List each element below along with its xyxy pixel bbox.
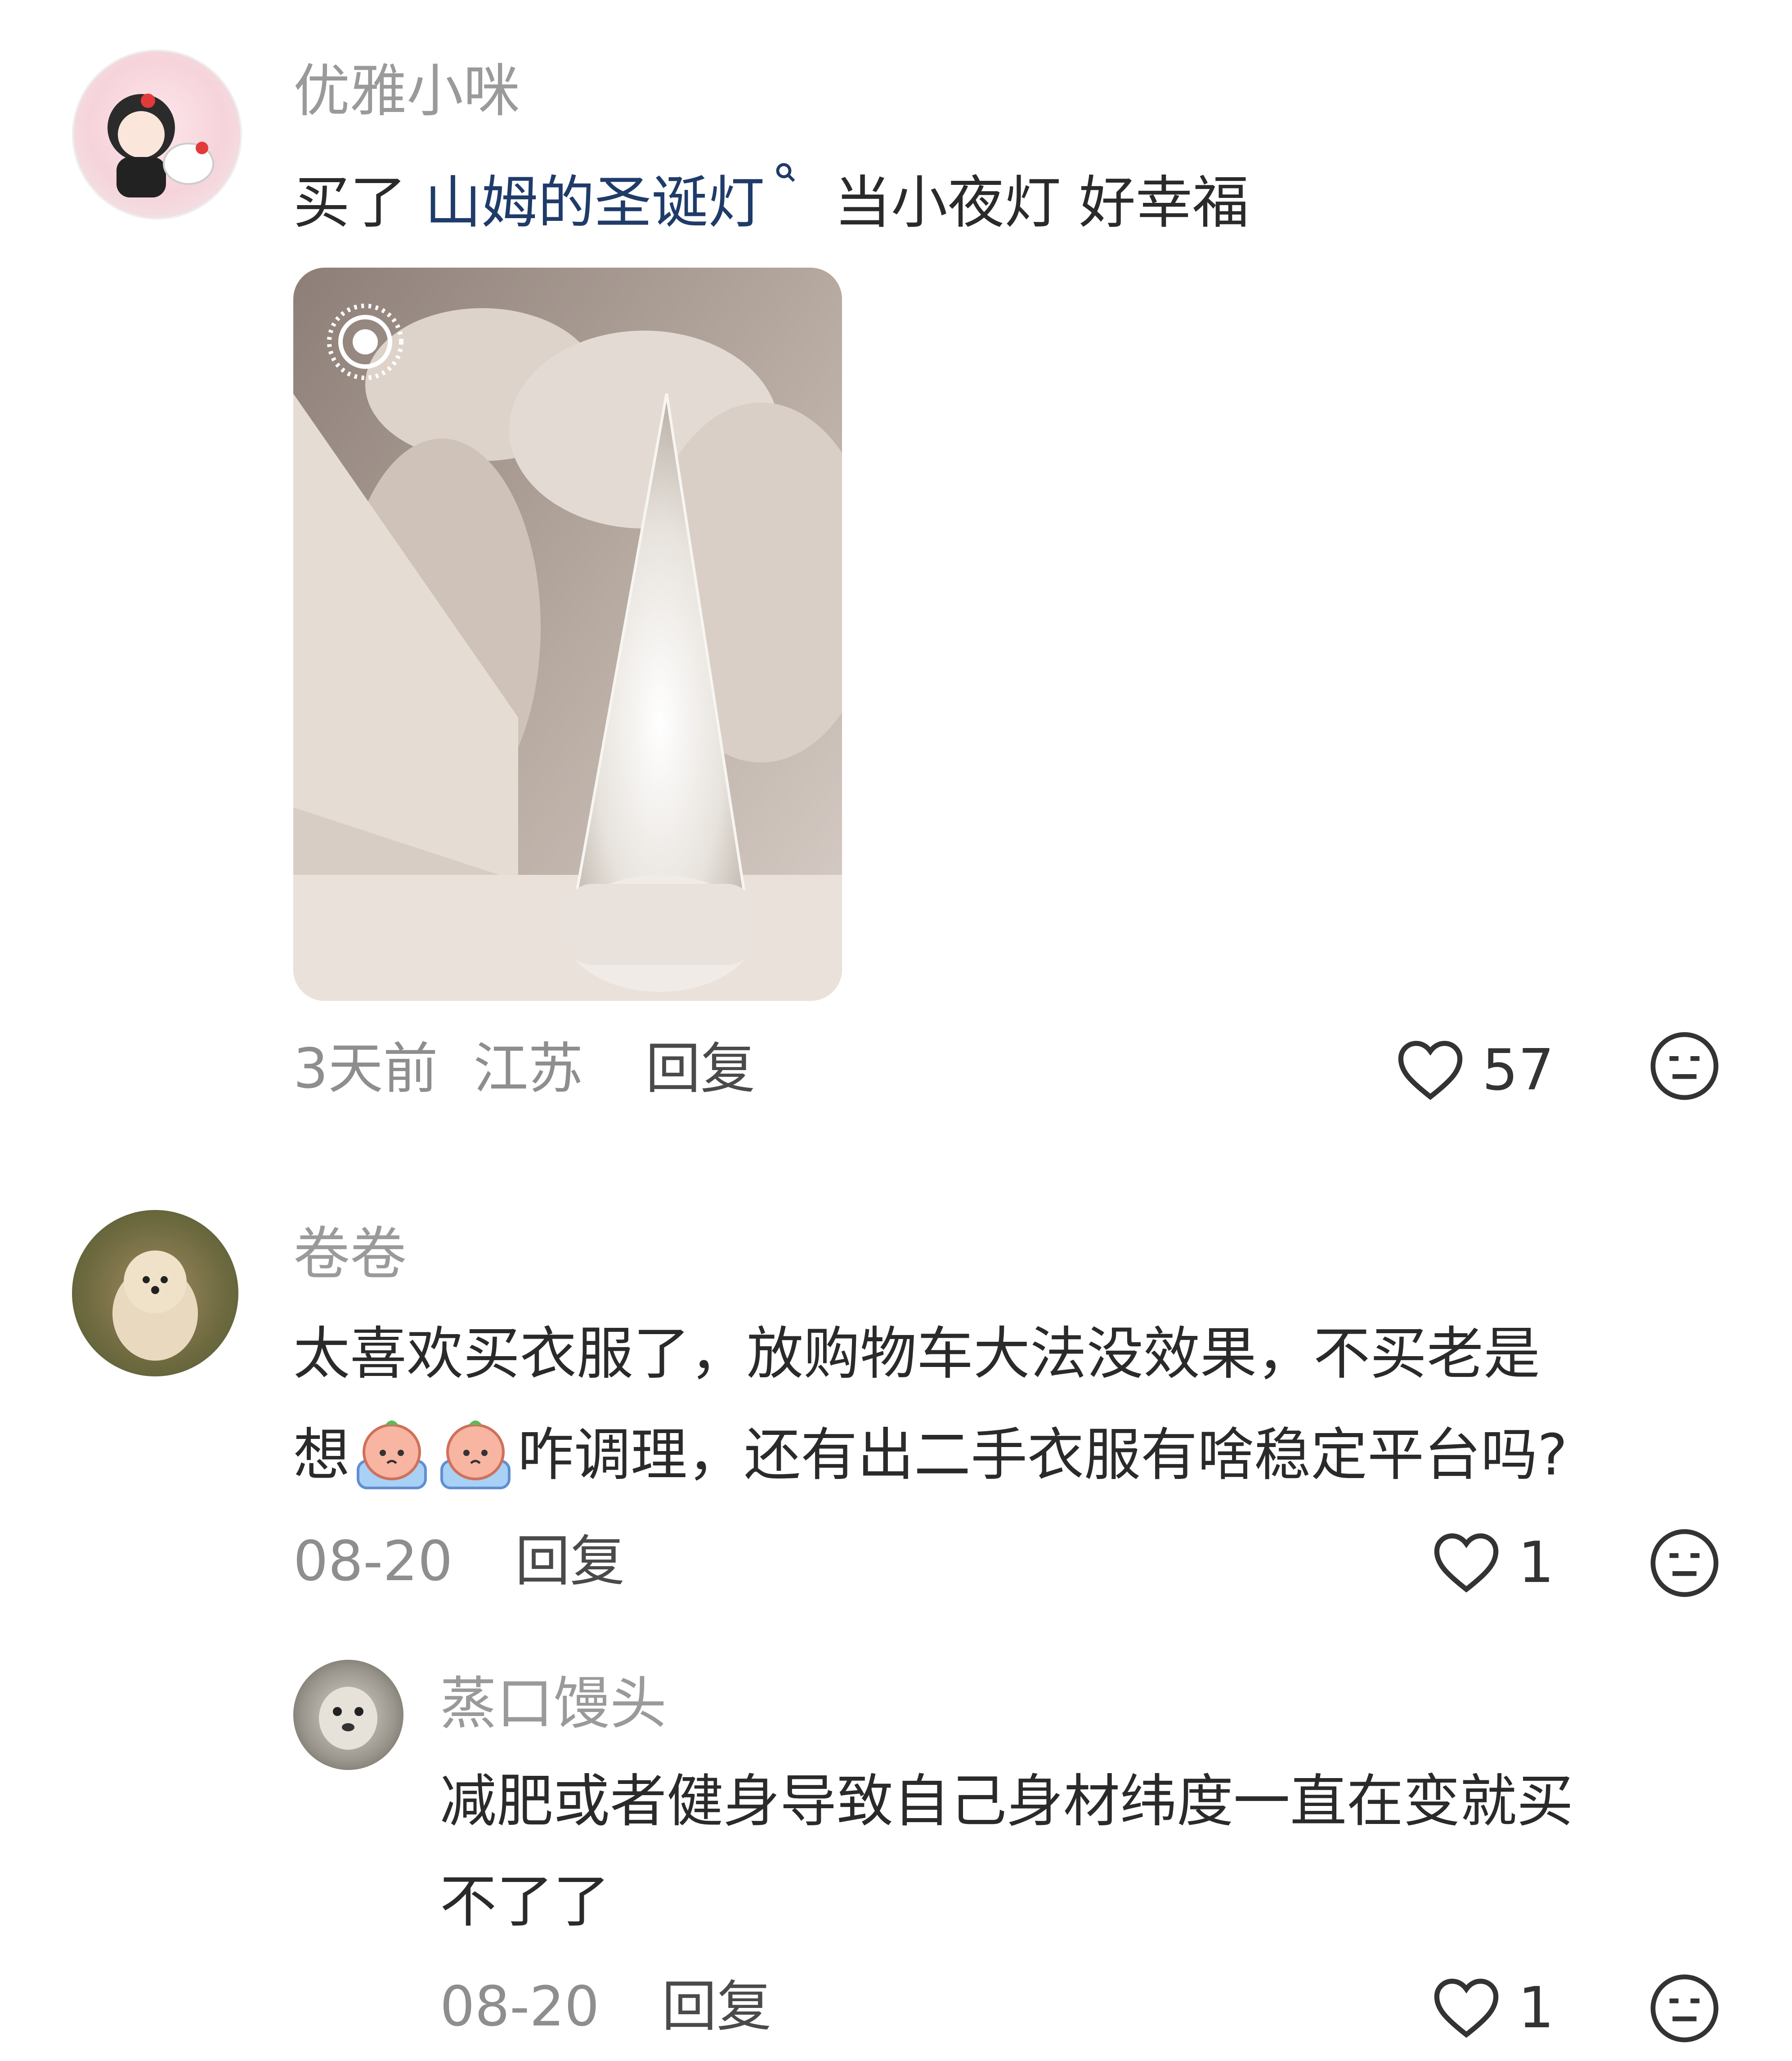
dislike-button[interactable] — [1649, 1527, 1720, 1601]
comment-meta: 08-20 回复 — [440, 1979, 771, 2034]
reply-button[interactable]: 回复 — [515, 1529, 625, 1593]
comment-author[interactable]: 卷卷 — [293, 1226, 407, 1282]
avatar[interactable] — [293, 1660, 403, 1770]
neutral-face-icon — [1650, 1032, 1719, 1100]
comment-meta: 08-20 回复 — [293, 1534, 625, 1589]
heart-icon — [1398, 1040, 1463, 1100]
neutral-face-icon — [1650, 1529, 1719, 1597]
avatar[interactable] — [72, 49, 242, 220]
text-suffix: 咋调理，还有出二手衣服有啥稳定平台吗? — [517, 1422, 1568, 1488]
comment-text-line2: 想 咋调理，还有出二手衣服有啥稳定平台吗? — [293, 1406, 1568, 1505]
like-count: 1 — [1518, 1529, 1555, 1595]
neutral-face-icon — [1650, 1974, 1719, 2043]
crying-face-emoji — [354, 1411, 430, 1492]
like-button[interactable]: 1 — [1433, 1975, 1554, 2041]
heart-icon — [1434, 1978, 1499, 2038]
like-count: 57 — [1482, 1037, 1555, 1103]
crying-face-emoji — [437, 1411, 514, 1492]
comment-text: 买了 山姆的圣诞灯 当小夜灯 好幸福 — [293, 144, 1249, 252]
like-count: 1 — [1518, 1975, 1555, 2041]
reply-button[interactable]: 回复 — [645, 1037, 755, 1101]
dislike-button[interactable] — [1649, 1972, 1720, 2046]
comment-time: 08-20 — [293, 1529, 453, 1593]
reply-button[interactable]: 回复 — [662, 1975, 771, 2039]
comment-text-line1: 减肥或者健身导致自己身材纬度一直在变就买 — [440, 1768, 1573, 1834]
comment-location: 江苏 — [473, 1037, 583, 1101]
like-button[interactable]: 1 — [1433, 1529, 1554, 1595]
search-icon[interactable] — [765, 163, 807, 210]
comment-text-line2: 不了了 — [440, 1868, 610, 1935]
heart-icon — [1434, 1533, 1499, 1593]
comment-time: 3天前 — [293, 1037, 438, 1101]
text-suffix: 当小夜灯 好幸福 — [834, 170, 1249, 236]
text-prefix: 买了 — [293, 170, 425, 236]
like-button[interactable]: 57 — [1397, 1037, 1554, 1103]
topic-link[interactable]: 山姆的圣诞灯 — [425, 170, 765, 236]
comment-time: 08-20 — [440, 1975, 600, 2039]
comment-author[interactable]: 蒸口馒头 — [440, 1676, 667, 1732]
avatar[interactable] — [72, 1210, 238, 1376]
text-prefix: 想 — [293, 1422, 350, 1488]
dislike-button[interactable] — [1649, 1030, 1720, 1104]
comment-author[interactable]: 优雅小咪 — [293, 63, 520, 120]
comment-text-line1: 太喜欢买衣服了，放购物车大法没效果，不买老是 — [293, 1321, 1540, 1387]
comment-meta: 3天前 江苏 回复 — [293, 1041, 755, 1096]
comment-image[interactable] — [293, 268, 842, 1001]
